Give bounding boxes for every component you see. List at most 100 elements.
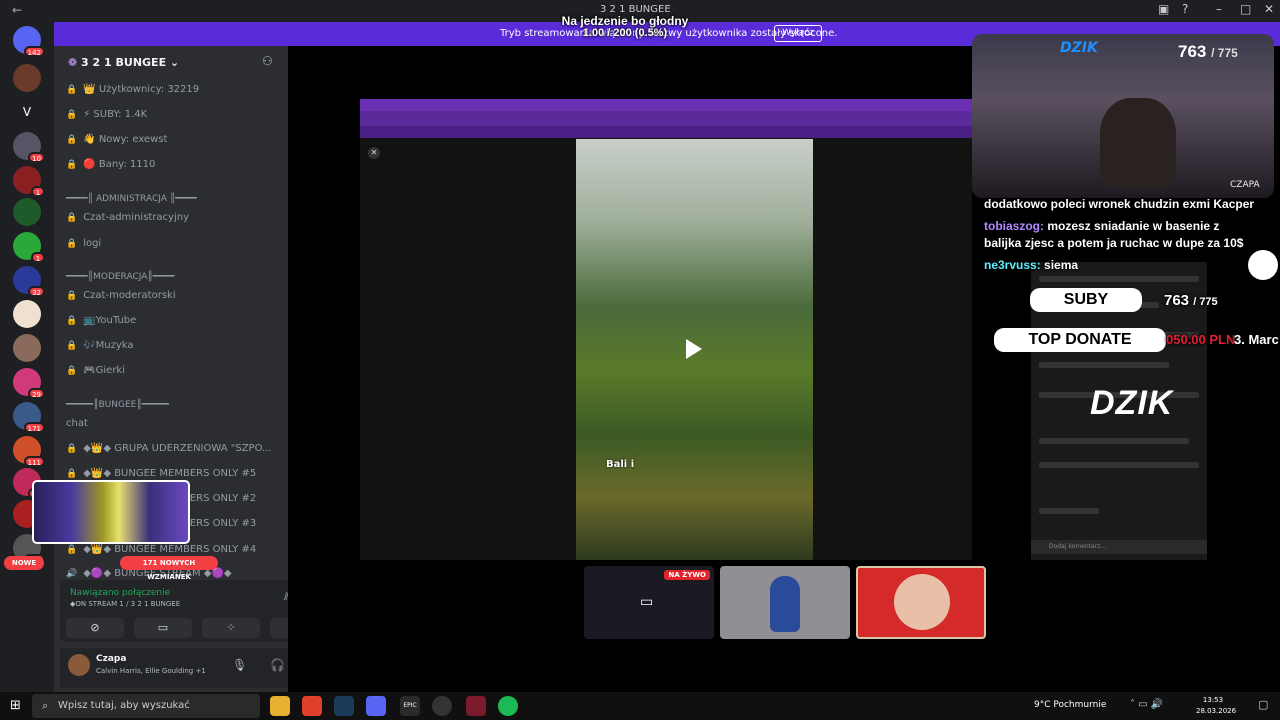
avatar <box>894 574 950 630</box>
lock-icon: 🔒 <box>66 469 78 479</box>
disable-streamer-mode-button[interactable]: Wyłącz <box>774 25 822 42</box>
inbox-icon[interactable]: ▣ <box>1158 2 1169 16</box>
channel-item[interactable]: 🔒 Czat-administracyjny <box>66 212 189 232</box>
server-icon[interactable] <box>13 334 41 362</box>
shared-screen-browser[interactable]: ✕ Bali i <box>360 99 972 560</box>
server-icon[interactable] <box>13 198 41 226</box>
server-icon[interactable]: 32 <box>13 266 45 297</box>
channel-item[interactable]: 🔒 🔴 Bany: 1110 <box>66 159 155 179</box>
voice-channel[interactable]: ◆ON STREAM 1 / 3 2 1 BUNGEE <box>70 600 180 608</box>
unread-badge: 111 <box>23 456 45 467</box>
channel-label: Gierki <box>95 365 126 376</box>
clock-time: 13:53 <box>1202 696 1224 704</box>
lock-icon: 🔒 <box>66 316 78 326</box>
chat-text: siema <box>1044 258 1079 272</box>
comment-line <box>1039 362 1169 368</box>
chat-text: dodatkowo poleci wronek chudzin exmi Kac… <box>984 197 1255 211</box>
top-donate-user: 3. Marc <box>1234 332 1279 347</box>
dzik-brand-logo: DZIK <box>1090 384 1174 422</box>
chat-line: balijka zjesc a potem ja ruchac w dupe z… <box>984 236 1243 250</box>
chrome-icon[interactable] <box>432 696 452 716</box>
server-icon[interactable]: 111 <box>13 436 45 467</box>
channel-item[interactable]: chat <box>66 418 88 438</box>
brave-browser-icon[interactable] <box>302 696 322 716</box>
server-icon[interactable]: 1 <box>13 232 45 263</box>
video-player[interactable]: Bali i <box>576 139 813 560</box>
participant-tile-stream[interactable]: NA ŻYWO ▭ <box>584 566 714 639</box>
category-moderation[interactable]: ━━━━║MODERACJA║━━━━ <box>66 272 174 282</box>
channel-label: Czat-administracyjny <box>83 212 190 223</box>
microphone-icon[interactable]: 🎙 <box>232 658 247 672</box>
avatar[interactable] <box>68 654 90 676</box>
channel-item[interactable]: 🔒 logi <box>66 238 101 258</box>
server-name-label: 3 2 1 BUNGEE <box>81 56 167 69</box>
minimize-icon[interactable]: – <box>1216 2 1222 16</box>
taskbar-search[interactable]: Wpisz tutaj, aby wyszukać <box>32 694 260 718</box>
direct-messages-icon[interactable]: 142 <box>13 26 45 57</box>
channel-item[interactable]: 🔒 📺YouTube <box>66 315 136 335</box>
channel-emoji: 📺 <box>83 315 96 326</box>
server-icon[interactable]: 1 <box>13 166 45 197</box>
channel-emoji: 👋 <box>83 134 96 145</box>
category-bungee[interactable]: ━━━━━║BUNGEE║━━━━━ <box>66 400 169 410</box>
new-messages-pill[interactable]: NOWE <box>4 556 44 570</box>
screen-share-icon[interactable]: ▭ <box>134 618 192 638</box>
lock-icon: 🔒 <box>66 366 78 376</box>
voice-status[interactable]: Nawiązano połączenie <box>70 588 170 598</box>
headphones-icon[interactable]: 🎧 <box>270 658 285 672</box>
username[interactable]: Czapa <box>96 654 126 664</box>
live-badge: NA ŻYWO <box>664 570 710 580</box>
lock-icon: 🔒 <box>66 291 78 301</box>
channel-item[interactable]: 🔒 ◆👑◆ GRUPA UDERZENIOWA "SZPO... <box>66 443 272 463</box>
discord-icon[interactable] <box>366 696 386 716</box>
clock[interactable]: 13:53 28.03.2026 <box>1196 695 1236 717</box>
comment-line <box>1039 438 1189 444</box>
channel-item[interactable]: 🔒 🎮Gierki <box>66 365 125 385</box>
windows-start-icon[interactable]: ⊞ <box>10 698 21 713</box>
channel-item[interactable]: 🔒 👑 Użytkownicy: 32219 <box>66 84 199 104</box>
speaker-icon: 🔊 <box>66 569 78 579</box>
participant-tile-avatar[interactable] <box>720 566 850 639</box>
video-caption: Bali i <box>606 459 635 470</box>
stream-preview-thumbnail[interactable] <box>32 480 190 544</box>
lock-icon: 🔒 <box>66 110 78 120</box>
unread-badge: 32 <box>28 286 45 297</box>
app-icon[interactable] <box>466 696 486 716</box>
play-icon[interactable] <box>686 339 702 359</box>
help-icon[interactable]: ? <box>1182 2 1188 16</box>
comment-input[interactable]: Dodaj komentarz... <box>1031 540 1207 554</box>
lock-icon: 🔒 <box>66 444 78 454</box>
notifications-icon[interactable]: ▢ <box>1258 698 1268 711</box>
weather-widget[interactable]: 9°C Pochmurnie <box>1034 700 1106 710</box>
back-arrow-icon[interactable]: ← <box>12 3 22 17</box>
mentions-pill[interactable]: 171 NOWYCH WZMIANEK <box>120 556 218 581</box>
server-icon[interactable]: 10 <box>13 132 45 163</box>
server-icon-v[interactable]: V <box>13 98 41 126</box>
maximize-icon[interactable]: □ <box>1240 2 1251 16</box>
server-icon[interactable]: 29 <box>13 368 45 399</box>
server-icon[interactable] <box>13 64 41 92</box>
spotify-icon[interactable] <box>498 696 518 716</box>
channel-item[interactable]: 🔒 Czat-moderatorski <box>66 290 176 310</box>
server-icon[interactable]: 171 <box>13 402 45 433</box>
file-explorer-icon[interactable] <box>270 696 290 716</box>
invite-icon[interactable]: ⚇ <box>262 54 273 68</box>
close-icon[interactable]: ✕ <box>368 147 380 159</box>
channel-item[interactable]: 🔒 🎶Muzyka <box>66 340 134 360</box>
suby-count: 763 <box>1164 292 1190 309</box>
category-administration[interactable]: ━━━━║ ADMINISTRACJA ║━━━━ <box>66 194 197 204</box>
participant-tile-speaking[interactable] <box>856 566 986 639</box>
server-rail: 142 V 10 1 1 32 29 171 111 14 744 <box>0 22 54 692</box>
server-icon[interactable] <box>13 300 41 328</box>
streamer-silhouette <box>1100 98 1176 188</box>
tray-icons[interactable]: ˄ ▭ 🔊 <box>1130 699 1163 710</box>
steam-icon[interactable] <box>334 696 354 716</box>
channel-label: Nowy: exewst <box>98 134 168 145</box>
activities-icon[interactable]: ⁘ <box>202 618 260 638</box>
channel-item[interactable]: 🔒 ⚡ SUBY: 1.4K <box>66 109 147 129</box>
epic-games-icon[interactable]: EPIC <box>400 696 420 716</box>
close-icon[interactable]: ✕ <box>1264 2 1274 16</box>
server-name[interactable]: ❁ 3 2 1 BUNGEE ⌄ <box>68 56 179 69</box>
channel-item[interactable]: 🔒 👋 Nowy: exewst <box>66 134 167 154</box>
camera-off-icon[interactable]: ⊘ <box>66 618 124 638</box>
